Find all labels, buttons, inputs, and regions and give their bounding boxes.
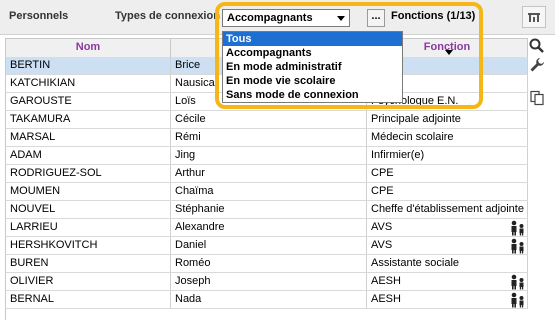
cell-prenom: Daniel: [171, 237, 367, 254]
cell-prenom: Cécile: [171, 111, 367, 128]
cell-fonction: Assistante sociale: [367, 255, 528, 272]
cell-fonction: AESH: [367, 273, 528, 290]
cell-nom: MARSAL: [6, 129, 171, 146]
settings-button[interactable]: [529, 57, 547, 73]
chart-button[interactable]: [522, 6, 546, 28]
table-row[interactable]: OLIVIER Joseph AESH: [6, 273, 528, 291]
search-button[interactable]: [529, 38, 547, 54]
chart-icon: [528, 13, 540, 22]
cell-fonction: CPE: [367, 165, 528, 182]
cell-fonction: Médecin scolaire: [367, 129, 528, 146]
cell-prenom: Roméo: [171, 255, 367, 272]
dropdown-option-mode-vie-scolaire[interactable]: En mode vie scolaire: [223, 74, 402, 88]
table-row[interactable]: MOUMEN Chaïma CPE: [6, 183, 528, 201]
cell-prenom: Joseph: [171, 273, 367, 290]
cell-prenom: Chaïma: [171, 183, 367, 200]
cell-fonction: AESH: [367, 291, 528, 308]
table-row[interactable]: HERSHKOVITCH Daniel AVS: [6, 237, 528, 255]
cell-fonction: CPE: [367, 183, 528, 200]
dropdown-option-mode-administratif[interactable]: En mode administratif: [223, 60, 402, 74]
page-title: Personnels: [9, 10, 69, 22]
cell-prenom: Alexandre: [171, 219, 367, 236]
table-row[interactable]: ADAM Jing Infirmier(e): [6, 147, 528, 165]
cell-fonction: AVS: [367, 219, 528, 236]
cell-nom: RODRIGUEZ-SOL: [6, 165, 171, 182]
table-row[interactable]: BUREN Roméo Assistante sociale: [6, 255, 528, 273]
dropdown-option-sans-mode[interactable]: Sans mode de connexion: [223, 88, 402, 102]
copy-button[interactable]: [529, 90, 547, 106]
dropdown-option-tous[interactable]: Tous: [223, 32, 402, 46]
cell-nom: KATCHIKIAN: [6, 75, 171, 92]
cell-nom: NOUVEL: [6, 201, 171, 218]
cell-prenom: Rémi: [171, 129, 367, 146]
cell-prenom: Stéphanie: [171, 201, 367, 218]
table-row[interactable]: NOUVEL Stéphanie Cheffe d'établissement ad…: [6, 201, 528, 219]
copy-icon: [530, 90, 544, 106]
cell-nom: TAKAMURA: [6, 111, 171, 128]
table-row[interactable]: RODRIGUEZ-SOL Arthur CPE: [6, 165, 528, 183]
cell-nom: BUREN: [6, 255, 171, 272]
cell-nom: OLIVIER: [6, 273, 171, 290]
cell-fonction: Infirmier(e): [367, 147, 528, 164]
cell-prenom: Arthur: [171, 165, 367, 182]
cell-fonction: Cheffe d'établissement adjointe: [367, 201, 528, 218]
column-header-nom[interactable]: Nom: [6, 39, 171, 57]
accompanied-people-icon: [509, 292, 527, 311]
cell-nom: BERTIN: [6, 57, 171, 74]
connection-types-dropdown: Tous Accompagnants En mode administratif…: [222, 31, 403, 103]
dropdown-option-accompagnants[interactable]: Accompagnants: [223, 46, 402, 60]
cell-fonction: Principale adjointe: [367, 111, 528, 128]
cell-nom: HERSHKOVITCH: [6, 237, 171, 254]
cell-fonction: AVS: [367, 237, 528, 254]
cell-prenom: Jing: [171, 147, 367, 164]
table-row[interactable]: MARSAL Rémi Médecin scolaire: [6, 129, 528, 147]
search-icon: [529, 38, 544, 53]
table-row[interactable]: TAKAMURA Cécile Principale adjointe: [6, 111, 528, 129]
cell-nom: MOUMEN: [6, 183, 171, 200]
cell-nom: BERNAL: [6, 291, 171, 308]
cell-nom: LARRIEU: [6, 219, 171, 236]
cell-nom: GAROUSTE: [6, 93, 171, 110]
connection-types-label: Types de connexion: [115, 10, 220, 22]
cell-nom: ADAM: [6, 147, 171, 164]
wrench-icon: [530, 58, 544, 72]
cell-prenom: Nada: [171, 291, 367, 308]
table-row[interactable]: BERNAL Nada AESH: [6, 291, 528, 309]
table-row[interactable]: LARRIEU Alexandre AVS: [6, 219, 528, 237]
